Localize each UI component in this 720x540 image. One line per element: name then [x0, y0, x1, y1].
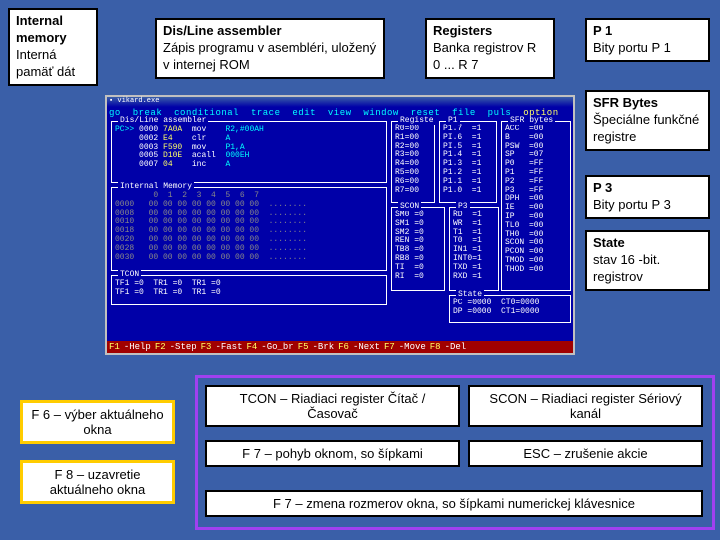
panel-state[interactable]: State PC =0000 CT0=0000 DP =0000 CT1=000…	[449, 295, 571, 323]
label-sub: Interná pamäť dát	[16, 47, 75, 79]
panel-title: State	[456, 290, 484, 299]
panel-title: Registe	[398, 116, 436, 125]
hint-f6: F 6 – výber aktuálneho okna	[20, 400, 175, 444]
hint-text: F 6 – výber aktuálneho okna	[31, 407, 163, 437]
panel-scon[interactable]: SCON SM0 =0 SM1 =0 SM2 =0 REN =0 TB8 =0 …	[391, 207, 445, 291]
label-registers: Registers Banka registrov R 0 ... R 7	[425, 18, 555, 79]
menu-view[interactable]: view	[328, 108, 352, 118]
label-sub: Špeciálne funkčné registre	[593, 112, 699, 144]
p1-content: P1.7 =1 PI.6 =1 PI.5 =1 P1.4 =1 P1.3 =1 …	[440, 122, 496, 198]
label-title: P 3	[593, 180, 612, 195]
p3-content: RD =1 WR =1 T1 =1 T0 =1 IN1 =1 INT0=1 TX…	[450, 208, 498, 284]
hint-f8: F 8 – uzavretie aktuálneho okna	[20, 460, 175, 504]
panel-p1[interactable]: P1 P1.7 =1 PI.6 =1 PI.5 =1 P1.4 =1 P1.3 …	[439, 121, 497, 203]
label-p1: P 1 Bity portu P 1	[585, 18, 710, 62]
label-disline: Dis/Line assembler Zápis programu v asem…	[155, 18, 385, 79]
label-sub: stav 16 -bit. registrov	[593, 252, 660, 284]
label-title: Registers	[433, 23, 492, 38]
scon-content: SM0 =0 SM1 =0 SM2 =0 REN =0 TB8 =0 RB8 =…	[392, 208, 444, 284]
panel-title: P1	[446, 116, 460, 125]
tcon-content: TF1 =0 TR1 =0 TR1 =0 TF1 =0 TR1 =0 TR1 =…	[112, 276, 386, 302]
panel-title: SFR bytes	[508, 116, 555, 125]
menu-edit[interactable]: edit	[292, 108, 316, 118]
panel-p3[interactable]: P3 RD =1 WR =1 T1 =1 T0 =1 IN1 =1 INT0=1…	[449, 207, 499, 291]
label-title: P 1	[593, 23, 612, 38]
label-title: Internal memory	[16, 13, 67, 45]
emulator-window: ▪ vikard.exe go break conditional trace …	[105, 95, 575, 355]
state-content: PC =0000 CT0=0000 DP =0000 CT1=0000	[450, 296, 570, 320]
sfr-content: ACC =00 B =00 PSW =00 SP =07 P0 =FF P1 =…	[502, 122, 570, 278]
label-internal-memory: Internal memory Interná pamäť dát	[8, 8, 98, 86]
intmem-content: 0 1 2 3 4 5 6 7 0000 00 00 00 00 00 00 0…	[112, 188, 386, 266]
panel-title: Dis/Line assembler	[118, 116, 208, 125]
panel-title: SCON	[398, 202, 421, 211]
panel-intmem[interactable]: Internal Memory 0 1 2 3 4 5 6 7 0000 00 …	[111, 187, 387, 271]
panel-registers[interactable]: Registe R0=00 R1=00 R2=00 R3=00 R4=00 R5…	[391, 121, 435, 203]
label-sub: Bity portu P 1	[593, 40, 671, 55]
label-sub: Bity portu P 3	[593, 197, 671, 212]
label-title: SFR Bytes	[593, 95, 658, 110]
window-titlebar: ▪ vikard.exe	[107, 97, 573, 107]
panel-disline[interactable]: Dis/Line assembler PC>> 0000 7A0A mov R2…	[111, 121, 387, 183]
label-title: Dis/Line assembler	[163, 23, 282, 38]
hint-text: F 8 – uzavretie aktuálneho okna	[50, 467, 145, 497]
label-sub: Zápis programu v asembléri, uložený v in…	[163, 40, 376, 72]
menu-window[interactable]: window	[363, 108, 398, 118]
panel-tcon[interactable]: TCON TF1 =0 TR1 =0 TR1 =0 TF1 =0 TR1 =0 …	[111, 275, 387, 305]
label-p3: P 3 Bity portu P 3	[585, 175, 710, 219]
panel-title: TCON	[118, 270, 141, 279]
menu-trace[interactable]: trace	[251, 108, 281, 118]
panel-title: P3	[456, 202, 470, 211]
label-sfr: SFR Bytes Špeciálne funkčné registre	[585, 90, 710, 151]
function-keys-bar[interactable]: F1-HelpF2-StepF3-FastF4-Go_brF5-BrkF6-Ne…	[107, 341, 573, 353]
panel-title: Internal Memory	[118, 182, 194, 191]
label-sub: Banka registrov R 0 ... R 7	[433, 40, 536, 72]
panel-sfr[interactable]: SFR bytes ACC =00 B =00 PSW =00 SP =07 P…	[501, 121, 571, 291]
disline-content: PC>> 0000 7A0A mov R2,#00AH 0002 E4 clr …	[112, 122, 386, 174]
purple-group-box	[195, 375, 715, 530]
registers-content: R0=00 R1=00 R2=00 R3=00 R4=00 R5=00 R6=0…	[392, 122, 434, 198]
label-title: State	[593, 235, 625, 250]
label-state: State stav 16 -bit. registrov	[585, 230, 710, 291]
